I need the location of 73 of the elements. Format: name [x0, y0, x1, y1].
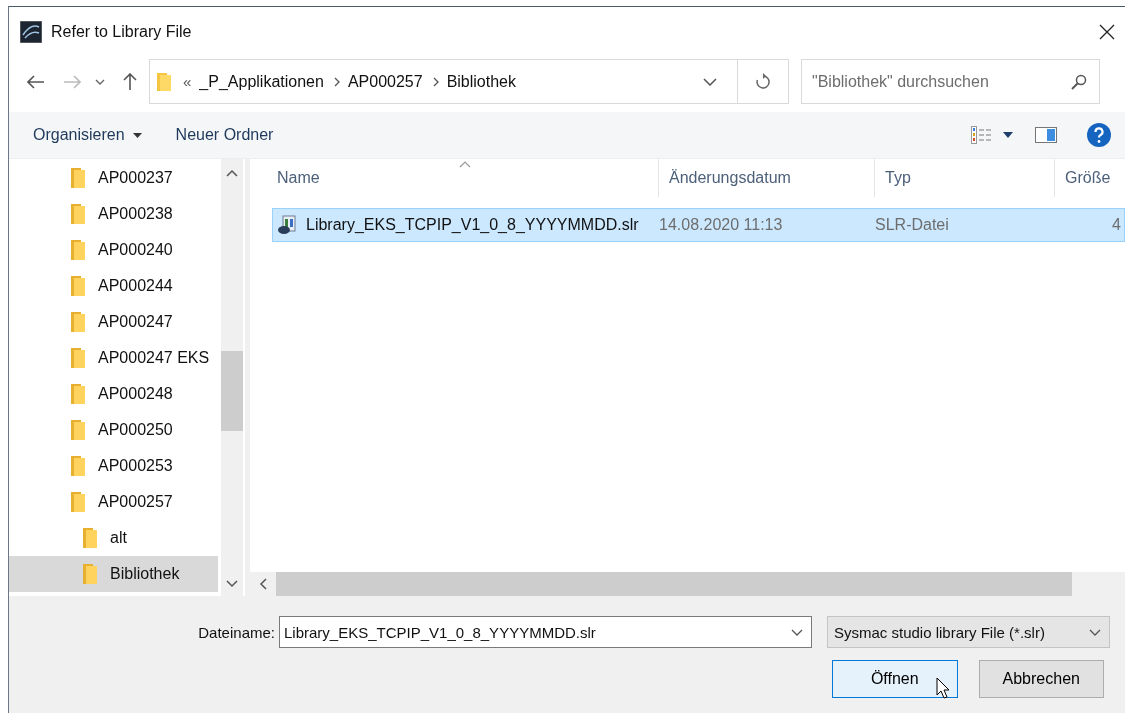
scroll-up-icon[interactable] [226, 169, 238, 177]
folder-tree-item[interactable]: AP000248 [9, 376, 218, 412]
folder-icon [71, 347, 85, 369]
help-icon[interactable] [1087, 123, 1111, 147]
refresh-icon [754, 72, 772, 91]
column-header[interactable]: Name [267, 159, 659, 197]
preview-pane-icon[interactable] [1035, 127, 1057, 143]
file-name-field[interactable]: Library_EKS_TCPIP_V1_0_8_YYYYMMDD.slr [279, 616, 812, 648]
sort-ascending-icon [459, 161, 471, 168]
folder-icon [71, 383, 85, 405]
caret-icon[interactable] [1003, 132, 1013, 138]
breadcrumb[interactable]: _P_Applikationen [199, 72, 324, 91]
column-header[interactable]: Änderungsdatum [659, 159, 875, 197]
file-type-dropdown[interactable]: Sysmac studio library File (*.slr) [827, 616, 1110, 648]
chevron-down-icon[interactable] [95, 78, 105, 85]
organize-menu[interactable]: Organisieren [25, 122, 150, 148]
breadcrumb[interactable]: AP000257 [347, 72, 423, 91]
folder-tree-item[interactable]: Bibliothek [9, 556, 218, 592]
dropdown-icon[interactable] [703, 77, 717, 86]
file-row[interactable]: Library_EKS_TCPIP_V1_0_8_YYYYMMDD.slr 14.08.2020 11:13 SLR-Datei 4 [272, 208, 1125, 242]
folder-icon [83, 527, 97, 549]
folder-icon [71, 491, 85, 513]
folder-tree-item[interactable]: AP000238 [9, 196, 218, 232]
chevron-right-icon[interactable] [333, 76, 340, 87]
open-button[interactable]: Öffnen [832, 660, 958, 698]
table-cell-text: SLR-Datei [875, 216, 950, 234]
folder-tree-item[interactable]: AP000237 [9, 160, 218, 196]
new-folder-button[interactable]: Neuer Ordner [167, 122, 282, 148]
table-cell-text: 4 [1111, 216, 1122, 234]
table-cell-text: 14.08.2020 11:13 [659, 216, 784, 234]
folder-tree-item[interactable]: AP000240 [9, 232, 218, 268]
folder-icon [71, 419, 85, 441]
folder-icon [71, 311, 85, 333]
folder-tree-item[interactable]: AP000257 [9, 484, 218, 520]
search-icon [1071, 73, 1087, 90]
folder-tree-item[interactable]: AP000247 EKS [9, 340, 218, 376]
folder-icon [71, 167, 85, 189]
scroll-down-icon[interactable] [226, 580, 238, 588]
cancel-button[interactable]: Abbrechen [978, 660, 1104, 698]
column-header[interactable]: Typ [875, 159, 1055, 197]
folder-tree-item[interactable]: alt [9, 520, 218, 556]
search-field[interactable]: "Bibliothek" durchsuchen [801, 59, 1100, 104]
scrollbar-thumb[interactable] [221, 351, 243, 431]
folder-icon [71, 239, 85, 261]
caret-icon [132, 132, 142, 138]
folder-tree-item[interactable]: AP000253 [9, 448, 218, 484]
view-options-icon[interactable] [971, 126, 993, 144]
column-header[interactable]: Größe [1055, 159, 1125, 197]
close-icon[interactable] [1099, 24, 1115, 40]
folder-icon [157, 71, 171, 92]
app-icon [20, 21, 42, 43]
folder-tree-item[interactable]: AP000250 [9, 412, 218, 448]
folder-icon [71, 275, 85, 297]
file-icon [277, 215, 297, 235]
back-arrow-icon[interactable] [27, 74, 45, 89]
chevron-right-icon[interactable] [432, 76, 439, 87]
window-title: Refer to Library File [51, 23, 192, 41]
mouse-cursor-icon [936, 677, 950, 699]
vertical-scrollbar[interactable] [221, 159, 243, 596]
folder-tree-item[interactable]: AP000244 [9, 268, 218, 304]
dropdown-icon [1089, 628, 1101, 636]
folder-tree-item[interactable]: AP000247 [9, 304, 218, 340]
up-arrow-icon[interactable] [123, 72, 137, 91]
address-bar[interactable]: « _P_Applikationen AP000257 Bibliothek [149, 59, 789, 104]
folder-icon [83, 563, 97, 585]
dropdown-icon[interactable] [791, 628, 803, 636]
file-name-label: Dateiname: [197, 623, 276, 641]
folder-icon [71, 455, 85, 477]
folder-icon [71, 203, 85, 225]
file-name: Library_EKS_TCPIP_V1_0_8_YYYYMMDD.slr [306, 216, 639, 234]
overflow-chevron[interactable]: « [183, 73, 192, 90]
scroll-left-icon[interactable] [259, 578, 267, 590]
breadcrumb[interactable]: Bibliothek [446, 72, 516, 91]
